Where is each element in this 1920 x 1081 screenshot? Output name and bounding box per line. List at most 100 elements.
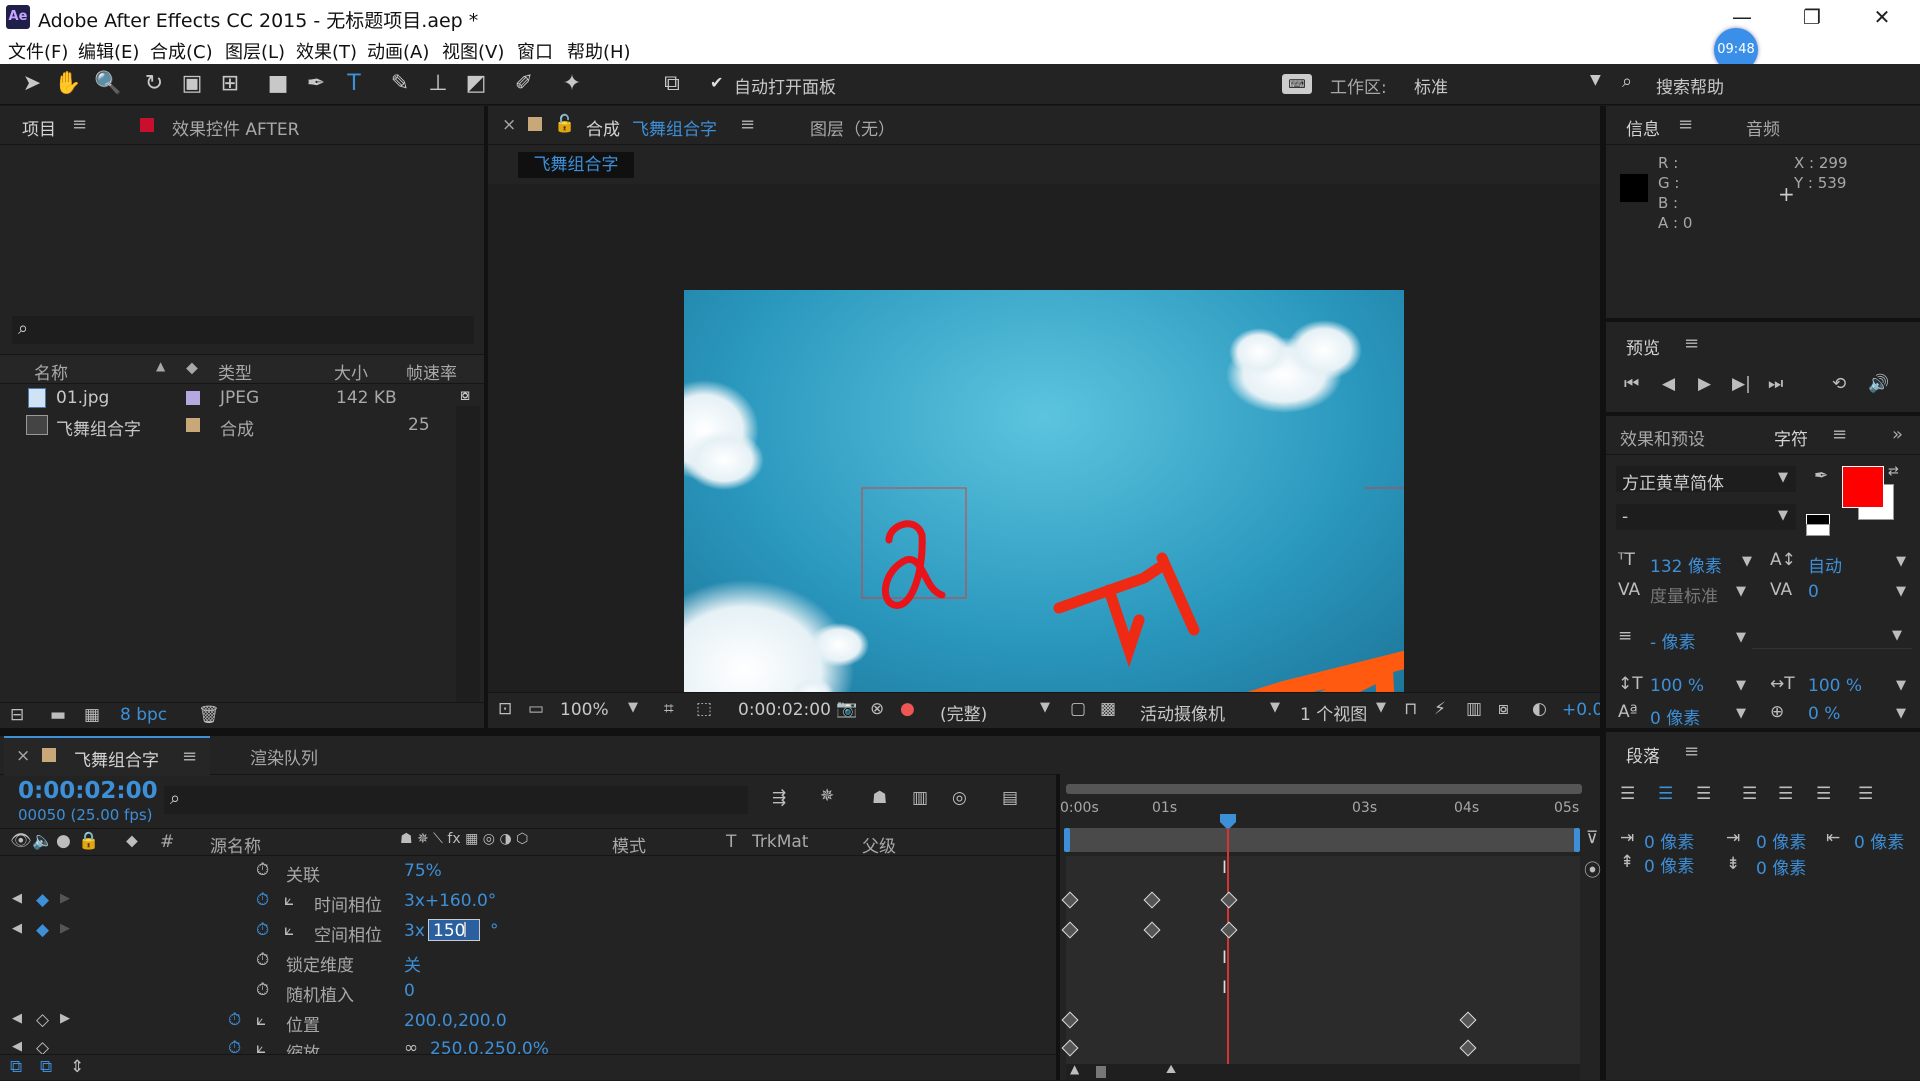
tab-effects-presets[interactable]: 效果和预设 bbox=[1620, 425, 1705, 450]
tab-info[interactable]: 信息 bbox=[1626, 115, 1660, 140]
workspace-dropdown-icon[interactable]: ▼ bbox=[1590, 72, 1601, 88]
eraser-tool-icon[interactable]: ◩ bbox=[462, 70, 490, 98]
timeline-zoom-bar[interactable]: ▲ ⛰ bbox=[1066, 1062, 1580, 1080]
leading-value[interactable]: 自动 bbox=[1808, 552, 1842, 577]
close-button[interactable]: ✕ bbox=[1852, 2, 1912, 32]
lock-icon[interactable]: 🔓 bbox=[554, 114, 575, 134]
label-tag-icon[interactable]: ⬥ bbox=[186, 358, 198, 378]
speaker-icon[interactable]: 🔈 bbox=[32, 831, 53, 851]
next-frame-icon[interactable]: ▶| bbox=[1732, 374, 1751, 394]
col-trkmat[interactable]: TrkMat bbox=[752, 832, 808, 852]
property-value[interactable]: 75% bbox=[404, 861, 442, 881]
search-help-input[interactable]: 搜索帮助 bbox=[1656, 73, 1724, 98]
col-fps[interactable]: 帧速率 bbox=[406, 359, 457, 384]
close-tab-icon[interactable]: × bbox=[502, 115, 516, 135]
work-area-end-handle[interactable] bbox=[1574, 828, 1580, 852]
zoom-level[interactable]: 100% bbox=[560, 700, 609, 720]
prev-keyframe-icon[interactable]: ◀ bbox=[12, 891, 22, 906]
next-keyframe-icon[interactable]: ▶ bbox=[60, 921, 70, 936]
new-composition-icon[interactable]: ▦ bbox=[84, 705, 100, 725]
stopwatch-icon[interactable]: ⏱ bbox=[256, 860, 269, 880]
list-item[interactable]: 01.jpg JPEG 142 KB bbox=[0, 385, 460, 411]
menu-edit[interactable]: 编辑(E) bbox=[78, 38, 139, 64]
next-keyframe-icon[interactable]: ▶ bbox=[60, 1011, 70, 1026]
justify-center-icon[interactable]: ☰ bbox=[1778, 784, 1793, 804]
motion-blur-icon[interactable]: ◎ bbox=[952, 788, 967, 808]
zoom-out-icon[interactable]: ▲ bbox=[1070, 1062, 1079, 1076]
font-size-dropdown-icon[interactable]: ▼ bbox=[1742, 554, 1752, 569]
timeline-menu-icon[interactable]: ≡ bbox=[182, 746, 197, 767]
tab-render-queue[interactable]: 渲染队列 bbox=[250, 744, 318, 769]
menu-animation[interactable]: 动画(A) bbox=[367, 38, 429, 64]
col-parent[interactable]: 父级 bbox=[862, 832, 896, 857]
reset-exposure-icon[interactable]: ◐ bbox=[1532, 699, 1547, 719]
sort-ascending-icon[interactable]: ▲ bbox=[156, 359, 165, 373]
property-value[interactable]: 250.0,250.0% bbox=[430, 1039, 549, 1054]
last-frame-icon[interactable]: ⏭ bbox=[1768, 374, 1783, 394]
property-row[interactable]: ⏱ 关联 75% bbox=[0, 858, 1056, 886]
property-value[interactable]: 200.0,200.0 bbox=[404, 1011, 507, 1031]
graph-icon[interactable]: ⟀ bbox=[256, 1010, 266, 1030]
workspace-value[interactable]: 标准 bbox=[1414, 73, 1448, 98]
auto-open-checkbox[interactable]: ✔ bbox=[710, 75, 726, 91]
camera-dropdown-icon[interactable]: ▼ bbox=[1270, 700, 1280, 715]
region-of-interest-icon[interactable]: ▢ bbox=[1070, 699, 1086, 719]
tab-comp-name[interactable]: 飞舞组合字 bbox=[632, 115, 717, 140]
puppet-pin-tool-icon[interactable]: ✦ bbox=[558, 70, 586, 98]
align-right-icon[interactable]: ☰ bbox=[1696, 784, 1711, 804]
character-menu-icon[interactable]: ≡ bbox=[1832, 424, 1847, 445]
add-keyframe-icon[interactable]: ◆ bbox=[36, 920, 49, 940]
tab-audio[interactable]: 音频 bbox=[1746, 115, 1780, 140]
interpret-footage-icon[interactable]: ⊟ bbox=[10, 705, 24, 725]
paragraph-menu-icon[interactable]: ≡ bbox=[1684, 741, 1699, 762]
comp-breadcrumb[interactable]: 飞舞组合字 bbox=[518, 152, 634, 178]
menu-effect[interactable]: 效果(T) bbox=[296, 38, 357, 64]
tab-paragraph[interactable]: 段落 bbox=[1626, 742, 1660, 767]
pan-behind-tool-icon[interactable]: ⊞ bbox=[216, 70, 244, 98]
comp-marker-bin-icon[interactable]: ⊽ bbox=[1586, 828, 1598, 848]
property-row[interactable]: ⏱ 随机植入 0 bbox=[0, 978, 1056, 1006]
property-value[interactable]: 0 bbox=[404, 981, 415, 1001]
add-keyframe-icon[interactable]: ◇ bbox=[36, 1038, 49, 1054]
tsume-dropdown-icon[interactable]: ▼ bbox=[1896, 706, 1906, 721]
stopwatch-active-icon[interactable]: ⏱ bbox=[228, 1010, 241, 1030]
stopwatch-active-icon[interactable]: ⏱ bbox=[256, 890, 269, 910]
white-swatch[interactable] bbox=[1806, 524, 1830, 536]
selection-tool-icon[interactable]: ➤ bbox=[18, 70, 46, 98]
graph-toggle-icon[interactable]: ⦿ bbox=[1584, 856, 1601, 881]
indent-left-value[interactable]: 0 像素 bbox=[1644, 828, 1694, 853]
zoom-dropdown-icon[interactable]: ▼ bbox=[628, 700, 638, 715]
resolution-dropdown-icon[interactable]: ▼ bbox=[1040, 700, 1050, 715]
add-keyframe-icon[interactable]: ◆ bbox=[36, 890, 49, 910]
toggle-switches-icon[interactable]: ⧉ bbox=[10, 1057, 22, 1077]
new-folder-icon[interactable]: ▬ bbox=[50, 705, 66, 725]
tracking-value[interactable]: 0 bbox=[1808, 582, 1819, 602]
comp-mini-flowchart-icon[interactable]: ⇶ bbox=[772, 788, 786, 808]
tab-timeline-active[interactable]: × 飞舞组合字 ≡ bbox=[4, 736, 210, 776]
leading-dropdown-icon[interactable]: ▼ bbox=[1896, 554, 1906, 569]
rotate-tool-icon[interactable]: ↻ bbox=[140, 70, 168, 98]
play-icon[interactable]: ▶ bbox=[1698, 374, 1711, 394]
comp-menu-icon[interactable]: ≡ bbox=[740, 114, 755, 135]
stopwatch-active-icon[interactable]: ⏱ bbox=[228, 1038, 241, 1054]
camera-select[interactable]: 活动摄像机 bbox=[1140, 700, 1225, 725]
kerning-value[interactable]: 度量标准 bbox=[1650, 582, 1718, 607]
baseline-shift-value[interactable]: 0 像素 bbox=[1650, 704, 1700, 729]
baseline-dropdown-icon[interactable]: ▼ bbox=[1736, 706, 1746, 721]
timeline-timecode[interactable]: 0:00:02:00 bbox=[18, 778, 158, 804]
vertical-scale-value[interactable]: 100 % bbox=[1650, 676, 1704, 696]
expand-panels-icon[interactable]: » bbox=[1892, 424, 1903, 445]
rectangle-tool-icon[interactable]: ■ bbox=[264, 70, 292, 98]
toggle-in-out-icon[interactable]: ⇕ bbox=[70, 1057, 84, 1077]
resolution-select[interactable]: (完整) bbox=[940, 700, 987, 725]
stroke-style-select[interactable]: ▼ bbox=[1752, 624, 1912, 649]
col-source-name[interactable]: 源名称 bbox=[210, 832, 261, 857]
previous-frame-icon[interactable]: ◀ bbox=[1662, 374, 1675, 394]
snapshot-icon[interactable]: 📷 bbox=[836, 699, 857, 719]
mask-visibility-icon[interactable]: ⬚ bbox=[696, 699, 712, 719]
first-frame-icon[interactable]: ⏮ bbox=[1624, 374, 1639, 394]
lock-icon[interactable]: 🔒 bbox=[78, 831, 99, 851]
composition-viewer[interactable] bbox=[488, 184, 1600, 798]
indent-right-value[interactable]: 0 像素 bbox=[1854, 828, 1904, 853]
workspace-snap-icon[interactable]: ⧉ bbox=[658, 70, 686, 98]
